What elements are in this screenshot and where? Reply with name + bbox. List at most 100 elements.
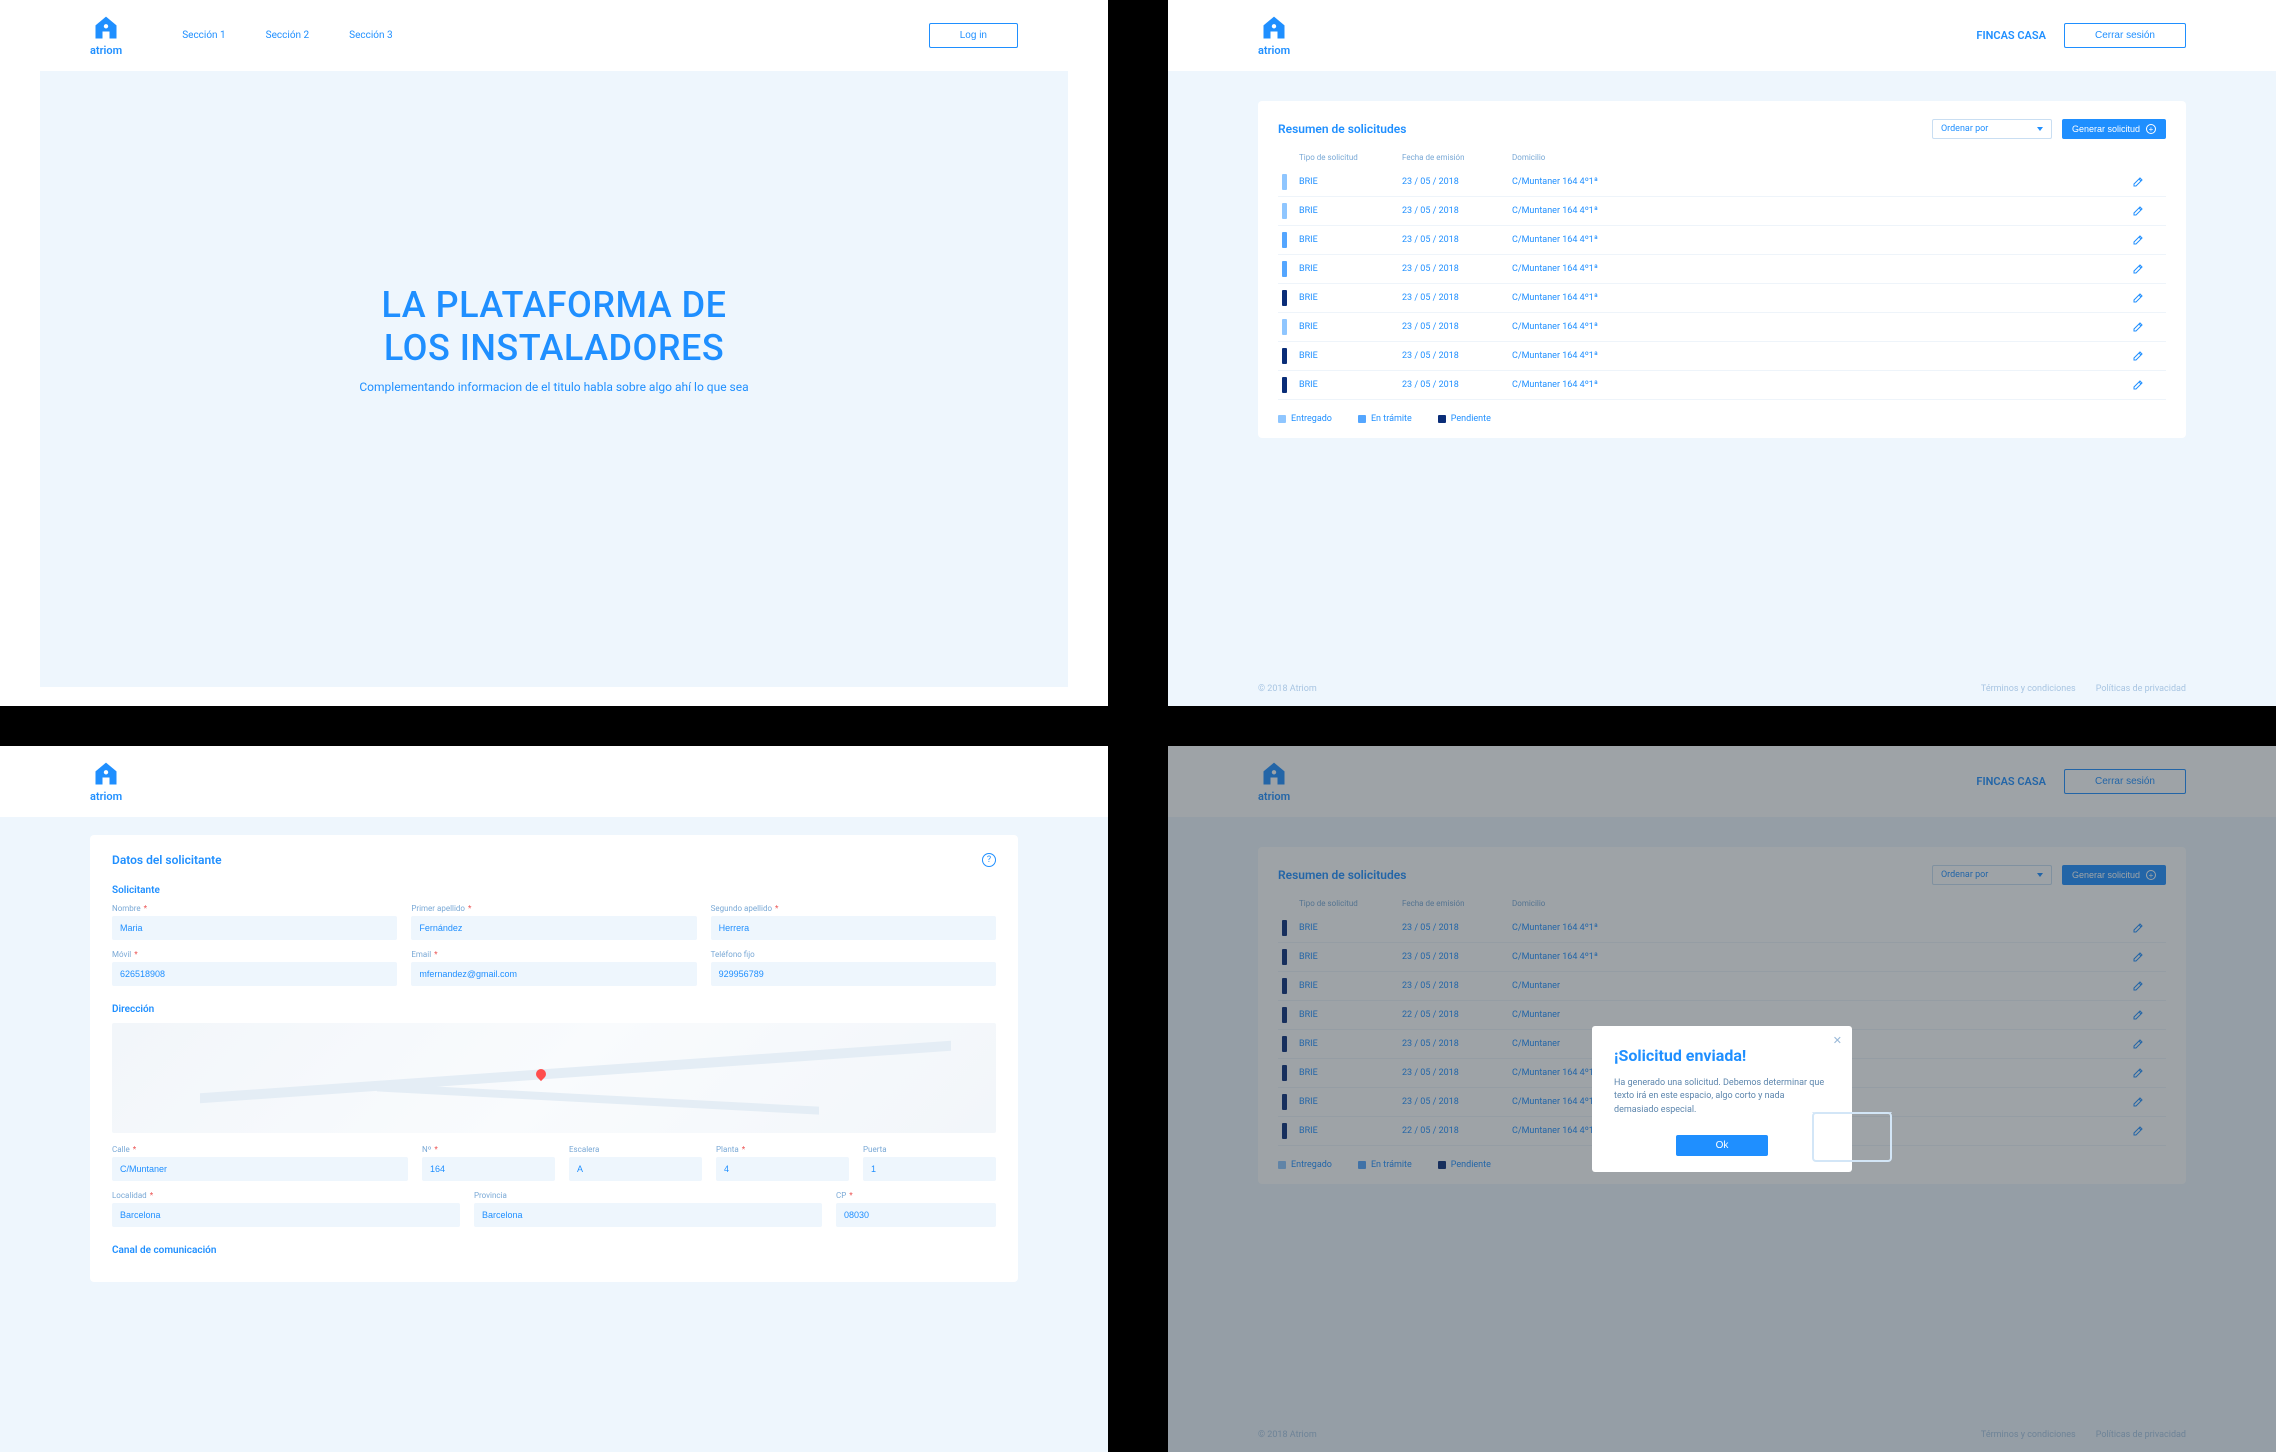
cell-date: 23 / 05 / 2018 <box>1402 380 1512 390</box>
nav: Sección 1 Sección 2 Sección 3 <box>182 30 392 41</box>
nombre-input[interactable] <box>112 916 397 940</box>
topbar: atriom <box>0 746 1108 817</box>
nav-seccion-2[interactable]: Sección 2 <box>266 30 309 41</box>
calle-input[interactable] <box>112 1157 408 1181</box>
status-dot <box>1282 319 1287 335</box>
hero-title-line2: LOS INSTALADORES <box>359 327 748 370</box>
planta-input[interactable] <box>716 1157 849 1181</box>
status-dot <box>1282 232 1287 248</box>
cell-addr: C/Muntaner 164 4º1ª <box>1512 351 2132 361</box>
edit-icon[interactable] <box>2132 263 2144 275</box>
card-title: Resumen de solicitudes <box>1278 122 1406 136</box>
provincia-select[interactable]: Barcelona <box>474 1203 822 1227</box>
cell-date: 23 / 05 / 2018 <box>1402 322 1512 332</box>
cell-addr: C/Muntaner 164 4º1ª <box>1512 380 2132 390</box>
segundo-input[interactable] <box>711 916 996 940</box>
section-canal: Canal de comunicación <box>112 1245 996 1256</box>
table-row[interactable]: BRIE23 / 05 / 2018C/Muntaner 164 4º1ª <box>1278 342 2166 371</box>
logo[interactable]: atriom <box>1258 14 1290 57</box>
modal-overlay[interactable]: ✕ ¡Solicitud enviada! Ha generado una so… <box>1168 746 2276 1452</box>
telfijo-input[interactable] <box>711 962 996 986</box>
edit-icon[interactable] <box>2132 292 2144 304</box>
edit-icon[interactable] <box>2132 379 2144 391</box>
legend: Entregado En trámite Pendiente <box>1278 414 2166 424</box>
map[interactable] <box>112 1023 996 1133</box>
status-dot <box>1282 203 1287 219</box>
status-dot <box>1282 261 1287 277</box>
requests-table: Tipo de solicitud Fecha de emisión Domic… <box>1278 153 2166 400</box>
movil-input[interactable] <box>112 962 397 986</box>
edit-icon[interactable] <box>2132 234 2144 246</box>
sort-dropdown[interactable]: Ordenar por <box>1932 119 2052 139</box>
chevron-down-icon <box>2037 127 2043 131</box>
table-row[interactable]: BRIE23 / 05 / 2018C/Muntaner 164 4º1ª <box>1278 284 2166 313</box>
edit-icon[interactable] <box>2132 321 2144 333</box>
puerta-input[interactable] <box>863 1157 996 1181</box>
footer-privacy[interactable]: Políticas de privacidad <box>2096 684 2186 694</box>
table-row[interactable]: BRIE23 / 05 / 2018C/Muntaner 164 4º1ª <box>1278 168 2166 197</box>
login-button[interactable]: Log in <box>929 23 1018 48</box>
n-input[interactable] <box>422 1157 555 1181</box>
table-row[interactable]: BRIE23 / 05 / 2018C/Muntaner 164 4º1ª <box>1278 255 2166 284</box>
cell-type: BRIE <box>1299 235 1402 245</box>
table-header: Tipo de solicitud Fecha de emisión Domic… <box>1278 153 2166 168</box>
field-primer-apellido: Primer apellido* <box>411 904 696 940</box>
footer-terms[interactable]: Términos y condiciones <box>1981 684 2076 694</box>
help-icon[interactable]: ? <box>982 853 996 867</box>
field-cp: CP* <box>836 1191 996 1227</box>
logo[interactable]: atriom <box>90 14 122 57</box>
map-pin-icon <box>534 1067 548 1081</box>
localidad-input[interactable] <box>112 1203 460 1227</box>
cell-date: 23 / 05 / 2018 <box>1402 293 1512 303</box>
field-telefono-fijo: Teléfono fijo <box>711 950 996 986</box>
field-puerta: Puerta <box>863 1145 996 1181</box>
field-provincia: ProvinciaBarcelona <box>474 1191 822 1227</box>
nav-seccion-3[interactable]: Sección 3 <box>349 30 392 41</box>
status-dot <box>1282 290 1287 306</box>
applicant-form: Datos del solicitante ? Solicitante Nomb… <box>90 835 1018 1282</box>
edit-icon[interactable] <box>2132 350 2144 362</box>
logo-icon <box>1260 14 1288 42</box>
topbar: atriom FINCAS CASA Cerrar sesión <box>1168 0 2276 71</box>
logo-icon <box>92 14 120 42</box>
account-name: FINCAS CASA <box>1976 29 2046 42</box>
nav-seccion-1[interactable]: Sección 1 <box>182 30 225 41</box>
cell-addr: C/Muntaner 164 4º1ª <box>1512 293 2132 303</box>
table-row[interactable]: BRIE23 / 05 / 2018C/Muntaner 164 4º1ª <box>1278 226 2166 255</box>
edit-icon[interactable] <box>2132 205 2144 217</box>
logout-button[interactable]: Cerrar sesión <box>2064 23 2186 48</box>
hero-title-line1: LA PLATAFORMA DE <box>359 284 748 327</box>
envelope-icon <box>1812 1112 1892 1162</box>
logo-icon <box>92 760 120 788</box>
edit-icon[interactable] <box>2132 176 2144 188</box>
field-n: Nº* <box>422 1145 555 1181</box>
modal-title: ¡Solicitud enviada! <box>1614 1046 1830 1065</box>
status-dot <box>1282 348 1287 364</box>
hero: LA PLATAFORMA DE LOS INSTALADORES Comple… <box>40 71 1068 687</box>
cell-date: 23 / 05 / 2018 <box>1402 206 1512 216</box>
footer: © 2018 Atriom Términos y condiciones Pol… <box>1168 672 2276 706</box>
status-dot <box>1282 174 1287 190</box>
screen-form: atriom Datos del solicitante ? Solicitan… <box>0 746 1108 1452</box>
cp-input[interactable] <box>836 1203 996 1227</box>
cell-type: BRIE <box>1299 177 1402 187</box>
table-row[interactable]: BRIE23 / 05 / 2018C/Muntaner 164 4º1ª <box>1278 197 2166 226</box>
cell-addr: C/Muntaner 164 4º1ª <box>1512 177 2132 187</box>
generate-label: Generar solicitud <box>2072 124 2140 134</box>
primer-input[interactable] <box>411 916 696 940</box>
email-input[interactable] <box>411 962 696 986</box>
legend-entregado: Entregado <box>1278 414 1332 424</box>
field-calle: Calle* <box>112 1145 408 1181</box>
escalera-input[interactable] <box>569 1157 702 1181</box>
generate-request-button[interactable]: Generar solicitud + <box>2062 119 2166 139</box>
logo[interactable]: atriom <box>90 760 122 803</box>
col-addr: Domicilio <box>1512 153 2132 162</box>
col-type: Tipo de solicitud <box>1282 153 1402 162</box>
cell-date: 23 / 05 / 2018 <box>1402 264 1512 274</box>
screen-list: atriom FINCAS CASA Cerrar sesión Resumen… <box>1168 0 2276 706</box>
cell-addr: C/Muntaner 164 4º1ª <box>1512 206 2132 216</box>
modal-ok-button[interactable]: Ok <box>1676 1135 1769 1156</box>
table-row[interactable]: BRIE23 / 05 / 2018C/Muntaner 164 4º1ª <box>1278 313 2166 342</box>
close-icon[interactable]: ✕ <box>1833 1034 1842 1047</box>
table-row[interactable]: BRIE23 / 05 / 2018C/Muntaner 164 4º1ª <box>1278 371 2166 400</box>
